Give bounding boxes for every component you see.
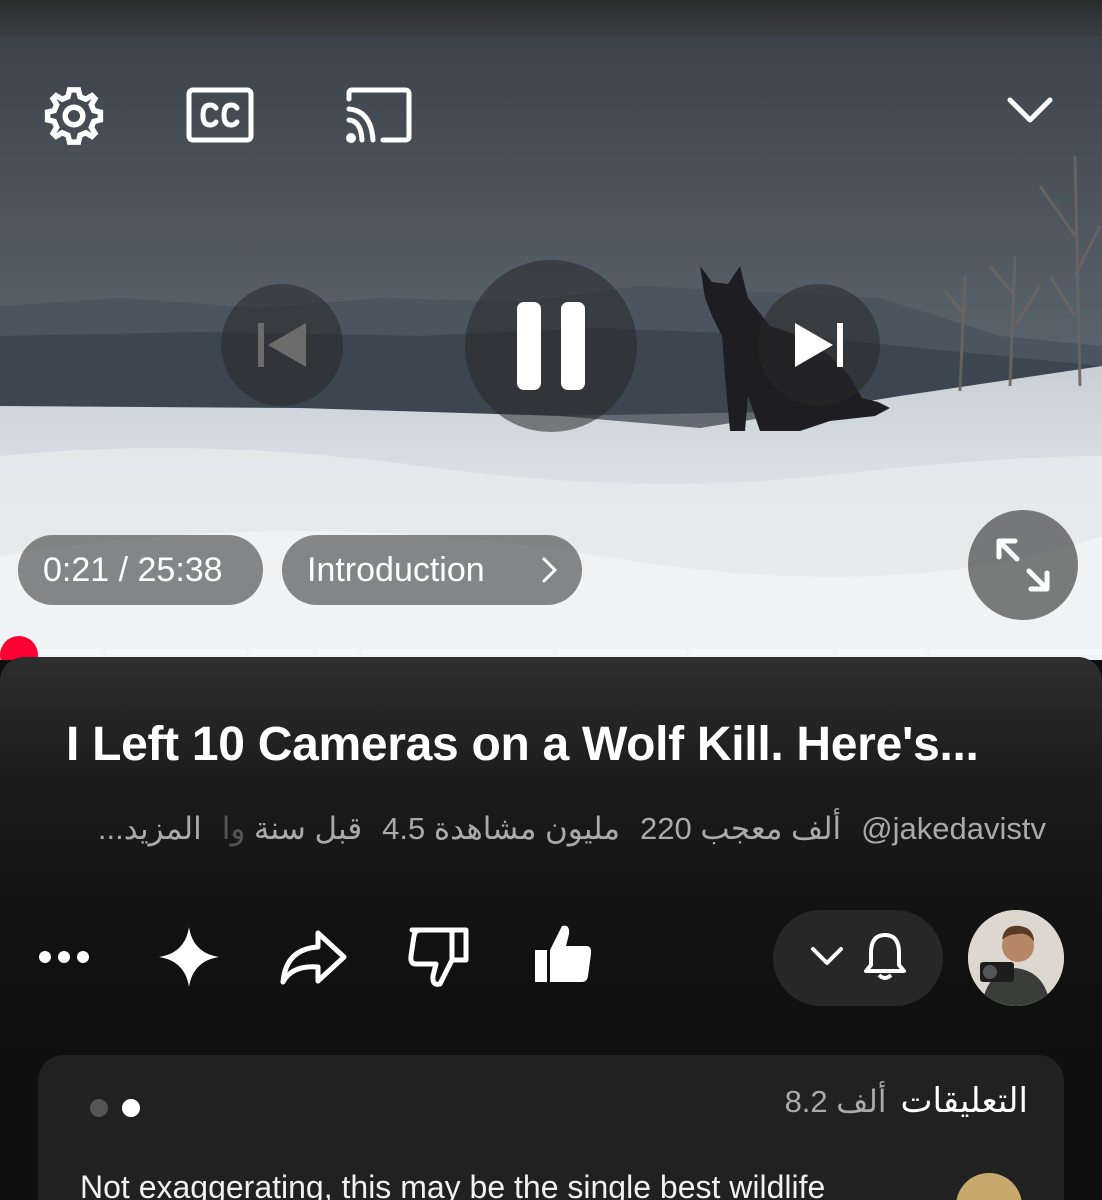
progress-bar[interactable] <box>0 649 1102 655</box>
chapter-segment <box>106 649 246 655</box>
skip-next-icon <box>795 323 843 367</box>
sparkle-icon[interactable] <box>154 922 224 992</box>
more-icon[interactable] <box>34 935 94 979</box>
gear-icon[interactable] <box>40 82 108 150</box>
like-count: 220 ألف معجب <box>640 811 842 846</box>
video-title[interactable]: I Left 10 Cameras on a Wolf Kill. Here's… <box>66 717 1076 772</box>
commenter-avatar <box>956 1173 1022 1200</box>
chapter-button[interactable]: Introduction <box>282 535 582 605</box>
chapter-segment <box>318 649 356 655</box>
pause-button[interactable] <box>465 260 637 432</box>
fullscreen-button[interactable] <box>968 510 1078 620</box>
chevron-down-icon[interactable] <box>1004 90 1056 130</box>
video-metadata[interactable]: @jakedavistv 220 ألف معجب 4.5 مليون مشاه… <box>46 805 1046 853</box>
comments-pager <box>90 1099 140 1117</box>
chapter-segment <box>252 649 312 655</box>
upload-age: قبل سنة وا <box>221 811 363 846</box>
chevron-right-icon <box>540 553 560 596</box>
avatar <box>968 910 1064 1006</box>
like-icon[interactable] <box>528 918 598 992</box>
bell-icon <box>863 931 907 986</box>
next-button[interactable] <box>758 284 880 406</box>
subscribe-bell-button[interactable] <box>773 910 943 1006</box>
comments-label: التعليقات <box>900 1082 1028 1120</box>
chapter-segment <box>930 649 1102 655</box>
upload-age-tail: وا <box>221 811 246 846</box>
view-count: 4.5 مليون مشاهدة <box>382 811 621 846</box>
comments-header: التعليقات 8.2 ألف <box>785 1081 1028 1121</box>
status-bar-strip <box>0 0 1102 36</box>
channel-avatar[interactable] <box>968 910 1064 1006</box>
dislike-icon[interactable] <box>404 920 474 994</box>
video-player[interactable]: 0:21 / 25:38 Introduction <box>0 0 1102 660</box>
chapter-segment <box>558 649 686 655</box>
chapter-label: Introduction <box>307 550 485 589</box>
comments-count: 8.2 ألف <box>784 1084 887 1119</box>
pager-dot-inactive <box>90 1099 108 1117</box>
chapter-segment <box>692 649 832 655</box>
chevron-down-icon <box>809 944 845 973</box>
channel-handle[interactable]: @jakedavistv <box>861 811 1046 847</box>
time-text: 0:21 / 25:38 <box>43 550 223 589</box>
cc-icon[interactable] <box>184 84 256 146</box>
comments-card[interactable]: التعليقات 8.2 ألف Not exaggerating, this… <box>38 1055 1064 1200</box>
skip-previous-icon <box>258 323 306 367</box>
fullscreen-icon <box>996 538 1050 592</box>
top-comment-text: Not exaggerating, this may be the single… <box>80 1169 826 1200</box>
chapter-segment <box>362 649 552 655</box>
share-icon[interactable] <box>276 922 350 992</box>
previous-button[interactable] <box>221 284 343 406</box>
chapter-segment <box>838 649 924 655</box>
more-link[interactable]: ...المزيد <box>98 811 202 847</box>
cast-icon[interactable] <box>342 84 414 146</box>
time-display: 0:21 / 25:38 <box>18 535 263 605</box>
pause-icon <box>517 302 585 390</box>
pager-dot-active <box>122 1099 140 1117</box>
